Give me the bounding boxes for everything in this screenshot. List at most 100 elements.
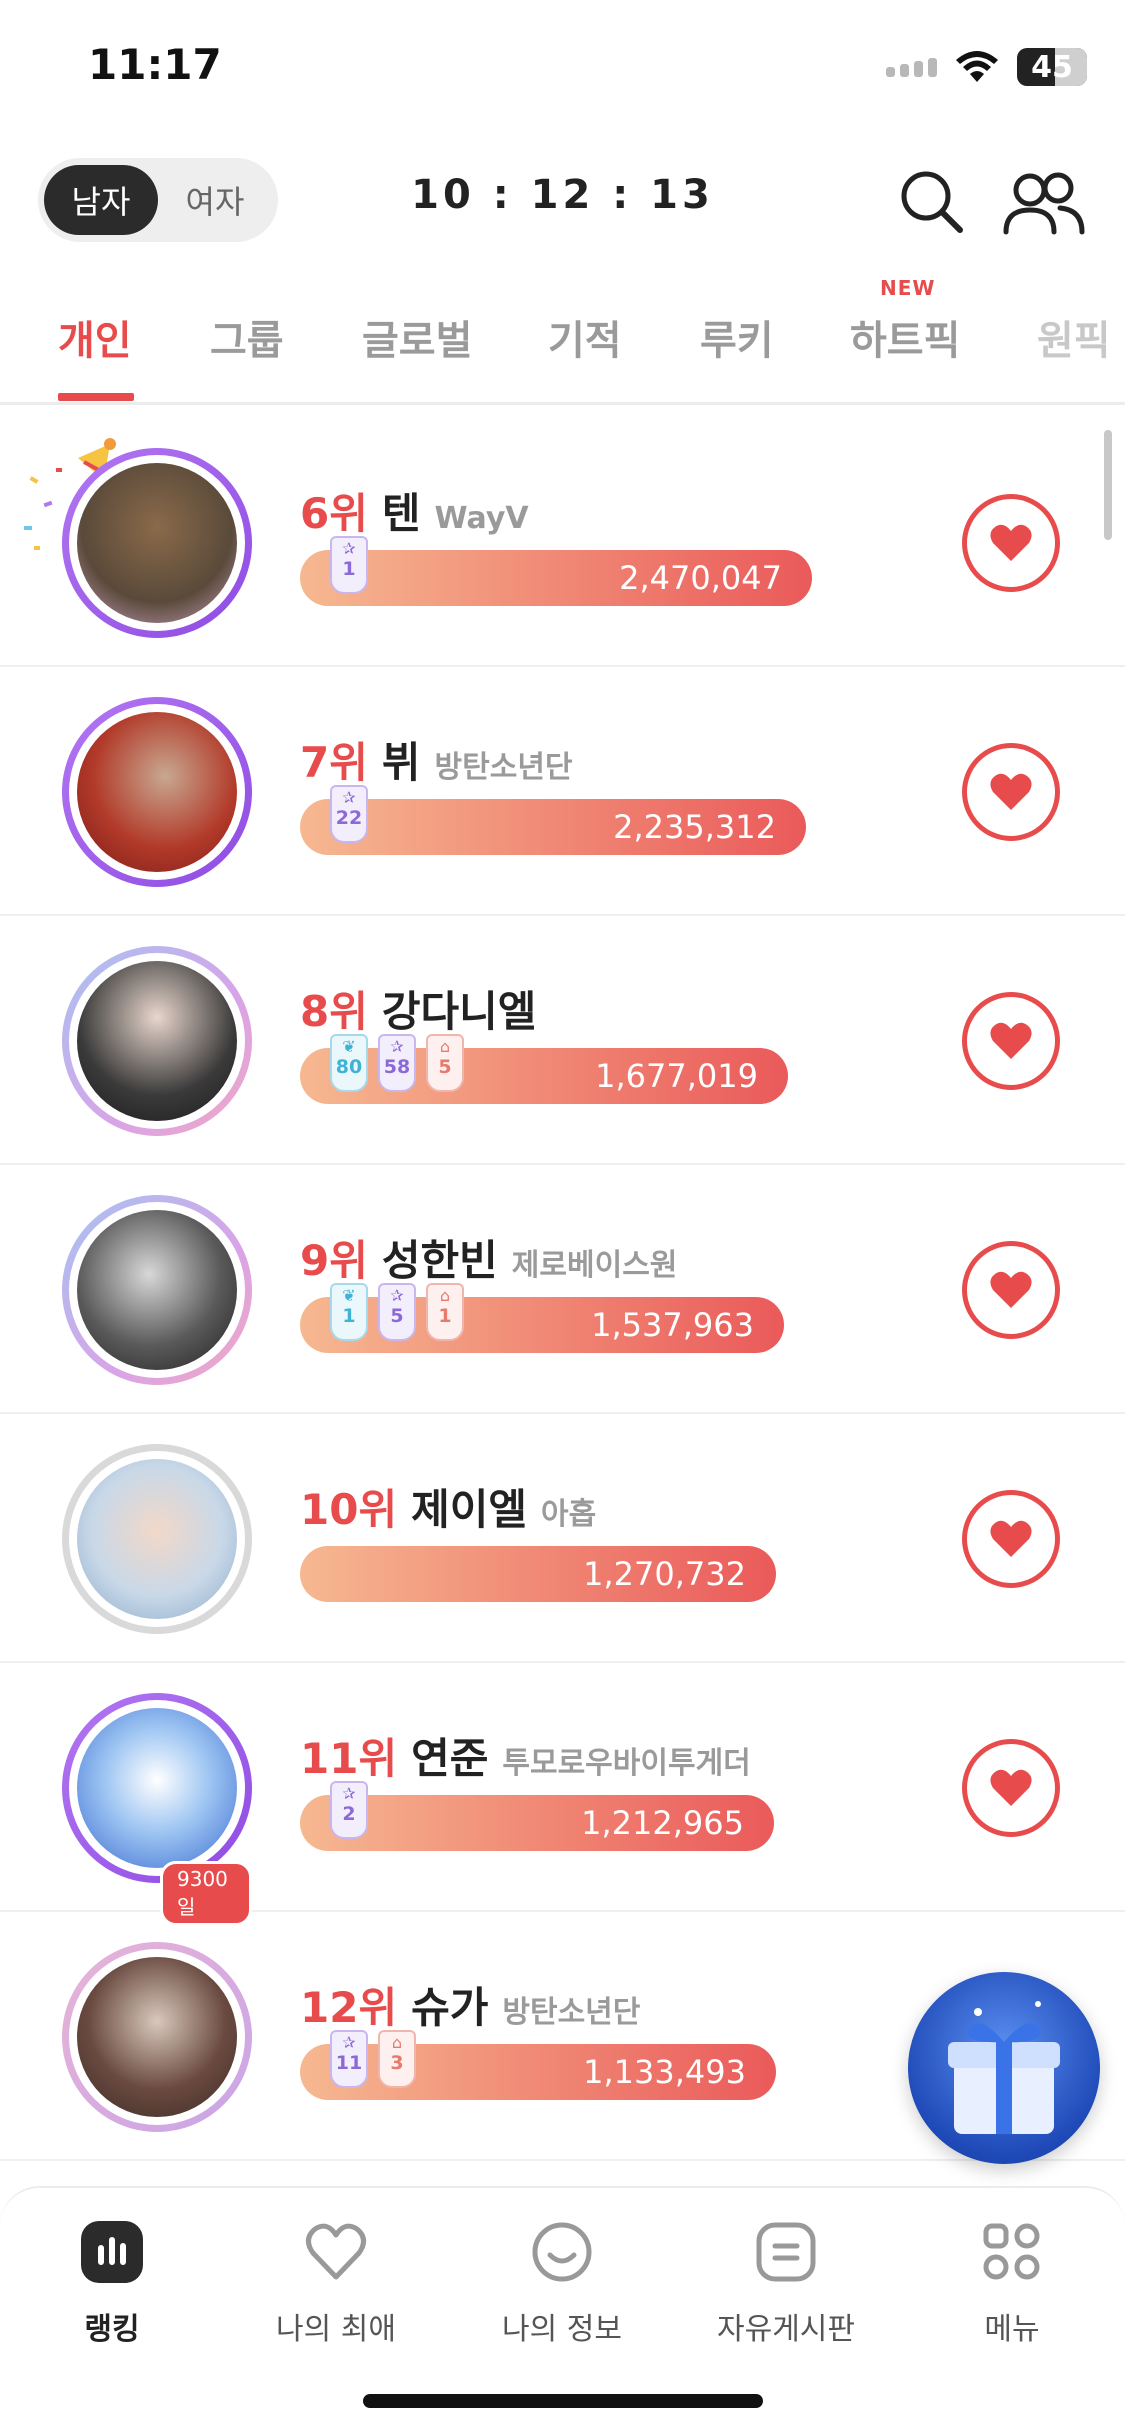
- nav-ranking[interactable]: 랭킹: [12, 2218, 212, 2348]
- vote-heart-button[interactable]: [962, 743, 1060, 841]
- artist-info: 9위 성한빈 제로베이스원: [300, 1227, 677, 1288]
- rank-label: 12위: [300, 1983, 398, 2032]
- nav-free-board-label: 자유게시판: [717, 2312, 855, 2347]
- gift-button[interactable]: [908, 1972, 1100, 2164]
- status-time: 11:17: [88, 40, 222, 89]
- vote-count: 1,677,019: [595, 1057, 758, 1095]
- artist-info: 12위 슈가 방탄소년단: [300, 1974, 640, 2035]
- heart-icon: [990, 773, 1032, 810]
- artist-name: 뷔: [381, 738, 421, 787]
- achievement-badges: ✰ 22: [330, 785, 368, 843]
- group-name: 방탄소년단: [502, 1995, 641, 2030]
- ranking-row[interactable]: 9위 성한빈 제로베이스원 1,537,963 ❦ 1 ✰ 5 ⌂ 1: [0, 1165, 1125, 1414]
- star-badge-icon: ✰ 1: [330, 536, 368, 594]
- vote-bar: 1,212,965: [300, 1795, 774, 1851]
- rank-label: 6위: [300, 489, 368, 538]
- gender-female-button[interactable]: 여자: [158, 165, 272, 235]
- vote-heart-button[interactable]: [962, 1739, 1060, 1837]
- gender-male-button[interactable]: 남자: [44, 165, 158, 235]
- battery-icon: 45: [1017, 48, 1087, 86]
- leaf-badge-icon: ❦ 80: [330, 1034, 368, 1092]
- gift-box-icon: [948, 2001, 1060, 2134]
- artist-info: 10위 제이엘 아홉: [300, 1476, 596, 1537]
- vote-count: 2,235,312: [613, 808, 776, 846]
- achievement-badges: ❦ 80 ✰ 58 ⌂ 5: [330, 1034, 464, 1092]
- vote-bar: 1,270,732: [300, 1546, 776, 1602]
- nav-ranking-label: 랭킹: [84, 2312, 140, 2347]
- home-indicator[interactable]: [363, 2394, 763, 2408]
- vote-count: 1,133,493: [583, 2053, 746, 2091]
- vote-heart-button[interactable]: [962, 992, 1060, 1090]
- avatar[interactable]: [62, 1444, 252, 1634]
- bar-chart-icon: [78, 2218, 146, 2286]
- group-name: WayV: [434, 501, 529, 536]
- vote-count: 2,470,047: [619, 559, 782, 597]
- vote-bar: 2,470,047: [300, 550, 812, 606]
- nav-my-favorite-label: 나의 최애: [276, 2312, 396, 2347]
- artist-name: 연준: [411, 1734, 489, 1783]
- rank-label: 11위: [300, 1734, 398, 1783]
- nav-my-info[interactable]: 나의 정보: [462, 2218, 662, 2348]
- ranking-row[interactable]: 7위 뷔 방탄소년단 2,235,312 ✰ 22: [0, 667, 1125, 916]
- leaf-badge-icon: ❦ 1: [330, 1283, 368, 1341]
- group-name: 투모로우바이투게더: [502, 1746, 751, 1781]
- tab-rookie[interactable]: 루키: [700, 308, 774, 366]
- heart-outline-icon: [302, 2218, 370, 2286]
- category-tabs: 개인 그룹 글로벌 기적 루키 NEW 하트픽 원픽: [0, 270, 1125, 405]
- avatar[interactable]: [62, 1942, 252, 2132]
- tab-heartpick[interactable]: NEW 하트픽: [850, 276, 961, 366]
- nav-free-board[interactable]: 자유게시판: [686, 2218, 886, 2348]
- heart-icon: [990, 1271, 1032, 1308]
- vote-bar: 2,235,312: [300, 799, 806, 855]
- cake-badge-icon: ⌂ 5: [426, 1034, 464, 1092]
- ranking-row[interactable]: 6위 텐 WayV 2,470,047 ✰ 1: [0, 418, 1125, 667]
- tab-heartpick-label: 하트픽: [850, 318, 961, 364]
- avatar[interactable]: [62, 1195, 252, 1385]
- heart-icon: [990, 1769, 1032, 1806]
- rank-label: 10위: [300, 1485, 398, 1534]
- vote-count: 1,537,963: [591, 1306, 754, 1344]
- tab-global[interactable]: 글로벌: [362, 308, 472, 366]
- avatar[interactable]: [62, 448, 252, 638]
- vote-heart-button[interactable]: [962, 1490, 1060, 1588]
- rank-label: 7위: [300, 738, 368, 787]
- group-name: 제로베이스원: [511, 1248, 678, 1283]
- tab-group[interactable]: 그룹: [210, 308, 284, 366]
- ranking-list: 6위 텐 WayV 2,470,047 ✰ 1 7위 뷔 방탄소년단 2,235,…: [0, 418, 1125, 2161]
- ranking-row[interactable]: 9300일 11위 연준 투모로우바이투게더 1,212,965 ✰ 2: [0, 1663, 1125, 1926]
- heart-icon: [990, 1520, 1032, 1557]
- board-icon: [752, 2218, 820, 2286]
- star-badge-icon: ✰ 5: [378, 1283, 416, 1341]
- heart-icon: [990, 524, 1032, 561]
- tab-onepick[interactable]: 원픽: [1037, 308, 1111, 366]
- menu-grid-icon: [978, 2218, 1046, 2286]
- achievement-badges: ✰ 11 ⌂ 3: [330, 2030, 416, 2088]
- cake-badge-icon: ⌂ 1: [426, 1283, 464, 1341]
- achievement-badges: ❦ 1 ✰ 5 ⌂ 1: [330, 1283, 464, 1341]
- vote-count: 1,270,732: [583, 1555, 746, 1593]
- nav-my-favorite[interactable]: 나의 최애: [236, 2218, 436, 2348]
- gender-toggle[interactable]: 남자 여자: [38, 158, 278, 242]
- vote-heart-button[interactable]: [962, 1241, 1060, 1339]
- ranking-row[interactable]: 10위 제이엘 아홉 1,270,732: [0, 1414, 1125, 1663]
- status-bar: 11:17 45: [0, 0, 1125, 140]
- vote-heart-button[interactable]: [962, 494, 1060, 592]
- ranking-row[interactable]: 8위 강다니엘 1,677,019 ❦ 80 ✰ 58 ⌂ 5: [0, 916, 1125, 1165]
- friends-icon[interactable]: [998, 162, 1088, 242]
- search-icon[interactable]: [892, 162, 972, 242]
- nav-menu[interactable]: 메뉴: [912, 2218, 1112, 2348]
- battery-level: 45: [1031, 49, 1073, 85]
- tab-miracle[interactable]: 기적: [548, 308, 622, 366]
- achievement-badges: ✰ 2: [330, 1781, 368, 1839]
- tab-individual[interactable]: 개인: [58, 308, 132, 366]
- artist-name: 제이엘: [411, 1485, 528, 1534]
- avatar[interactable]: [62, 946, 252, 1136]
- avatar[interactable]: [62, 697, 252, 887]
- artist-info: 8위 강다니엘: [300, 978, 550, 1039]
- status-icons: 45: [886, 48, 1087, 86]
- header: 남자 여자 10 : 12 : 13: [0, 150, 1125, 250]
- avatar[interactable]: 9300일: [62, 1693, 252, 1926]
- cake-badge-icon: ⌂ 3: [378, 2030, 416, 2088]
- heart-icon: [990, 1022, 1032, 1059]
- artist-info: 7위 뷔 방탄소년단: [300, 729, 573, 790]
